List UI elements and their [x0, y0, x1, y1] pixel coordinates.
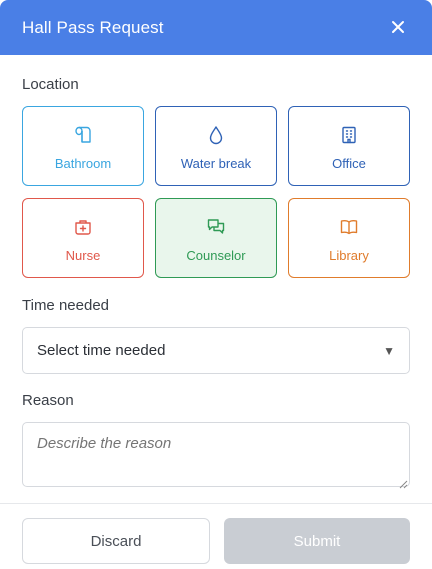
- time-needed-select[interactable]: Select time needed ▼: [22, 327, 410, 374]
- building-icon: [338, 124, 360, 146]
- location-option-label: Nurse: [65, 248, 101, 263]
- location-option-water-break[interactable]: Water break: [155, 106, 277, 186]
- location-label: Location: [22, 76, 79, 93]
- resize-handle-icon[interactable]: [399, 476, 408, 489]
- location-option-bathroom[interactable]: Bathroom: [22, 106, 144, 186]
- submit-button[interactable]: Submit: [224, 518, 410, 564]
- time-needed-value: Select time needed: [37, 342, 166, 359]
- discard-button[interactable]: Discard: [22, 518, 210, 564]
- water-drop-icon: [205, 124, 227, 146]
- medical-kit-icon: [72, 216, 94, 238]
- modal-title: Hall Pass Request: [22, 17, 164, 37]
- chat-bubbles-icon: [205, 216, 227, 238]
- reason-label: Reason: [22, 392, 74, 409]
- location-option-label: Water break: [180, 156, 252, 171]
- location-option-label: Office: [332, 156, 366, 171]
- reason-textarea[interactable]: [22, 422, 410, 487]
- location-option-nurse[interactable]: Nurse: [22, 198, 144, 278]
- modal-header: Hall Pass Request: [0, 0, 432, 55]
- footer-divider: [0, 503, 432, 504]
- close-icon[interactable]: [390, 19, 406, 35]
- hall-pass-modal: Hall Pass Request Location Bathroom Wate…: [0, 0, 432, 569]
- location-option-label: Bathroom: [54, 156, 112, 171]
- caret-down-icon: ▼: [383, 344, 395, 358]
- location-option-counselor[interactable]: Counselor: [155, 198, 277, 278]
- location-option-library[interactable]: Library: [288, 198, 410, 278]
- location-option-label: Library: [329, 248, 369, 263]
- time-needed-label: Time needed: [22, 297, 109, 314]
- location-option-office[interactable]: Office: [288, 106, 410, 186]
- toilet-paper-icon: [72, 124, 94, 146]
- location-option-label: Counselor: [186, 248, 246, 263]
- open-book-icon: [338, 216, 360, 238]
